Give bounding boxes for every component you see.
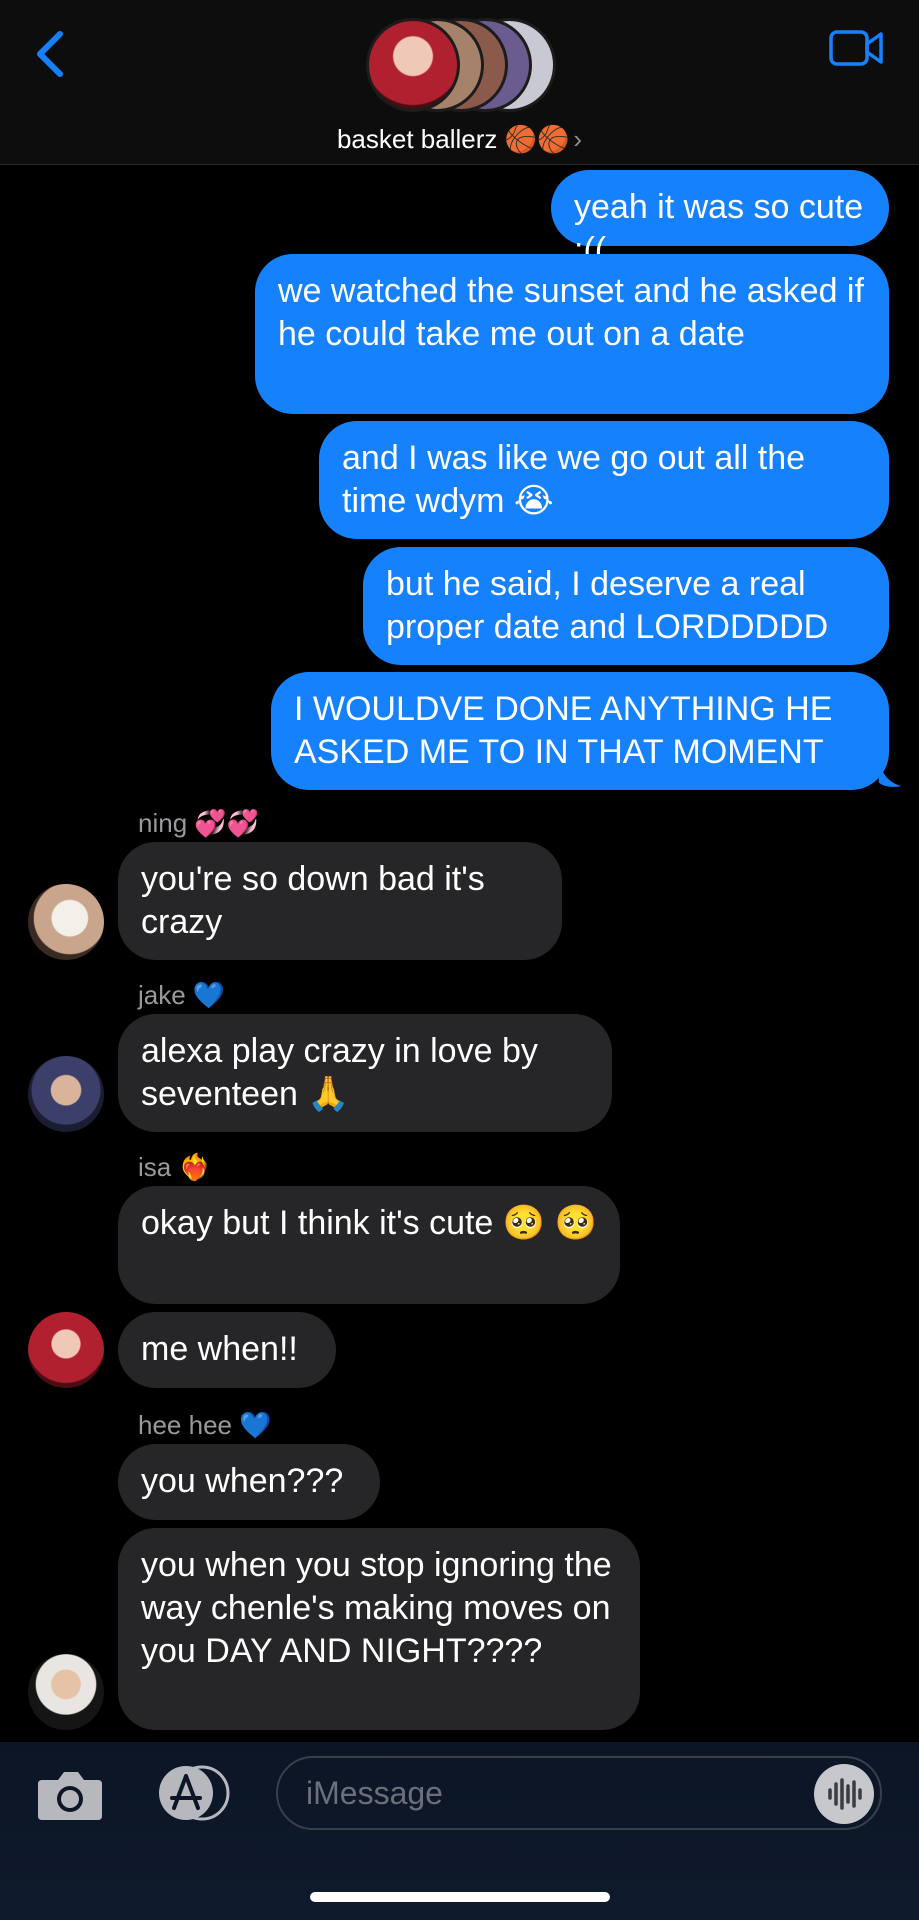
conversation-header: basket ballerz 🏀🏀 › (0, 0, 919, 165)
avatar[interactable] (28, 1312, 104, 1388)
video-call-button[interactable] (829, 28, 885, 68)
sent-message[interactable]: and I was like we go out all the time wd… (319, 421, 889, 539)
group-name[interactable]: basket ballerz 🏀🏀 › (0, 124, 919, 155)
sent-message[interactable]: yeah it was so cute :(( (551, 170, 889, 269)
message-input[interactable]: iMessage (276, 1756, 882, 1830)
back-chevron-icon (37, 31, 63, 77)
sender-name: isa ❤️‍🔥 (138, 1152, 211, 1182)
message-list[interactable]: yeah it was so cute :(( we watched the s… (0, 164, 919, 1742)
avatar[interactable] (28, 1654, 104, 1730)
group-name-label: basket ballerz 🏀🏀 (336, 124, 570, 154)
bubble-tail (878, 758, 902, 787)
received-message[interactable]: you're so down bad it's crazy (118, 842, 562, 960)
received-message[interactable]: okay but I think it's cute 🥺 🥺 (118, 1186, 620, 1304)
message-input-placeholder: iMessage (306, 1775, 443, 1811)
chevron-right-icon: › (573, 124, 583, 154)
sender-name: jake 💙 (138, 980, 226, 1010)
sender-name: hee hee 💙 (138, 1410, 272, 1440)
audio-message-button[interactable] (814, 1764, 874, 1824)
camera-icon (38, 1772, 102, 1820)
app-store-icon (159, 1765, 230, 1821)
sent-message[interactable]: we watched the sunset and he asked if he… (255, 254, 889, 414)
group-member-avatar (366, 18, 460, 112)
sent-message[interactable]: but he said, I deserve a real proper dat… (363, 547, 889, 665)
app-store-button[interactable] (150, 1764, 232, 1822)
sender-name: ning 💞💞 (138, 808, 260, 838)
camera-button[interactable] (34, 1766, 106, 1822)
sent-message[interactable]: I WOULDVE DONE ANYTHING HE ASKED ME TO I… (271, 672, 889, 790)
audio-wave-icon (828, 1778, 862, 1810)
group-avatar-stack[interactable] (366, 18, 556, 114)
back-button[interactable] (30, 28, 74, 80)
received-message[interactable]: me when!! (118, 1312, 336, 1388)
received-message[interactable]: you when you stop ignoring the way chenl… (118, 1528, 640, 1730)
received-message[interactable]: you when??? (118, 1444, 380, 1520)
received-message[interactable]: alexa play crazy in love by seventeen 🙏 (118, 1014, 612, 1132)
avatar[interactable] (28, 1056, 104, 1132)
avatar[interactable] (28, 884, 104, 960)
video-camera-icon (829, 30, 883, 66)
home-indicator[interactable] (310, 1892, 610, 1902)
